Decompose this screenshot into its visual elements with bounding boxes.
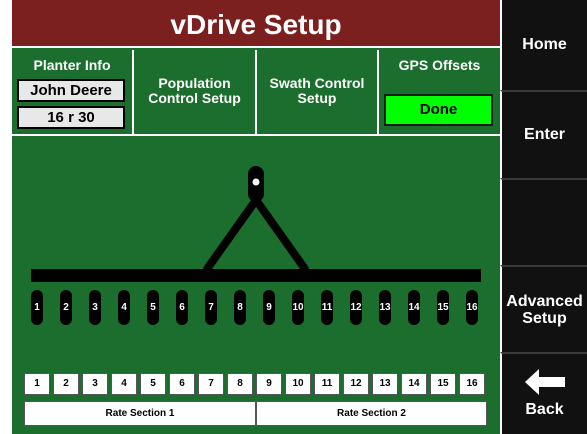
page-title: vDrive Setup — [12, 0, 500, 48]
swath-control-text: Swath Control Setup — [269, 75, 365, 106]
swath-control-setup-button[interactable]: Swath Control Setup — [257, 50, 379, 136]
row-button-13[interactable]: 13 — [372, 373, 398, 395]
row-button-10[interactable]: 10 — [285, 373, 311, 395]
row-unit-1[interactable]: 1 — [31, 290, 43, 325]
row-unit-14[interactable]: 14 — [408, 290, 420, 325]
advanced-setup-label: Advanced Setup — [506, 292, 583, 327]
sidebar: Home Enter Advanced Setup Back — [500, 0, 587, 434]
row-unit-11[interactable]: 11 — [321, 290, 333, 325]
hitch-icon — [203, 166, 309, 273]
back-label: Back — [525, 401, 564, 418]
row-unit-7[interactable]: 7 — [205, 290, 217, 325]
row-unit-4[interactable]: 4 — [118, 290, 130, 325]
planter-make-field[interactable]: John Deere — [17, 79, 125, 102]
gps-done-button[interactable]: Done — [384, 94, 493, 126]
row-button-6[interactable]: 6 — [169, 373, 195, 395]
row-button-1[interactable]: 1 — [24, 373, 50, 395]
row-button-16[interactable]: 16 — [459, 373, 485, 395]
back-button[interactable]: Back — [500, 352, 587, 434]
home-button[interactable]: Home — [500, 0, 587, 90]
row-unit-16[interactable]: 16 — [466, 290, 478, 325]
planter-info-panel[interactable]: Planter Info John Deere 16 r 30 — [12, 50, 134, 136]
rate-section-2[interactable]: Rate Section 2 — [256, 401, 487, 426]
row-unit-8[interactable]: 8 — [234, 290, 246, 325]
gps-offsets-panel[interactable]: GPS Offsets Done — [379, 50, 500, 136]
row-button-3[interactable]: 3 — [82, 373, 108, 395]
planter-size-field[interactable]: 16 r 30 — [17, 106, 125, 129]
row-button-15[interactable]: 15 — [430, 373, 456, 395]
row-button-14[interactable]: 14 — [401, 373, 427, 395]
row-unit-6[interactable]: 6 — [176, 290, 188, 325]
row-unit-10[interactable]: 10 — [292, 290, 304, 325]
row-button-7[interactable]: 7 — [198, 373, 224, 395]
population-control-text: Population Control Setup — [148, 75, 241, 106]
row-button-12[interactable]: 12 — [343, 373, 369, 395]
gps-offsets-label: GPS Offsets — [379, 58, 500, 73]
back-arrow-icon — [524, 369, 565, 395]
row-unit-2[interactable]: 2 — [60, 290, 72, 325]
advanced-setup-button[interactable]: Advanced Setup — [500, 265, 587, 352]
swath-control-label: Swath Control Setup — [257, 76, 377, 106]
gps-offsets-text: GPS Offsets — [398, 57, 481, 73]
enter-button[interactable]: Enter — [500, 90, 587, 178]
row-button-8[interactable]: 8 — [227, 373, 253, 395]
rate-section-1[interactable]: Rate Section 1 — [24, 401, 256, 426]
row-button-5[interactable]: 5 — [140, 373, 166, 395]
row-unit-5[interactable]: 5 — [147, 290, 159, 325]
row-unit-3[interactable]: 3 — [89, 290, 101, 325]
row-button-2[interactable]: 2 — [53, 373, 79, 395]
row-button-9[interactable]: 9 — [256, 373, 282, 395]
row-unit-9[interactable]: 9 — [263, 290, 275, 325]
toolbar-beam — [31, 269, 481, 282]
row-unit-15[interactable]: 15 — [437, 290, 449, 325]
row-unit-12[interactable]: 12 — [350, 290, 362, 325]
population-control-label: Population Control Setup — [134, 76, 255, 106]
planter-info-heading: Planter Info — [33, 57, 111, 73]
blank-button[interactable] — [500, 178, 587, 265]
row-unit-13[interactable]: 13 — [379, 290, 391, 325]
row-button-4[interactable]: 4 — [111, 373, 137, 395]
row-button-11[interactable]: 11 — [314, 373, 340, 395]
population-control-setup-button[interactable]: Population Control Setup — [134, 50, 257, 136]
